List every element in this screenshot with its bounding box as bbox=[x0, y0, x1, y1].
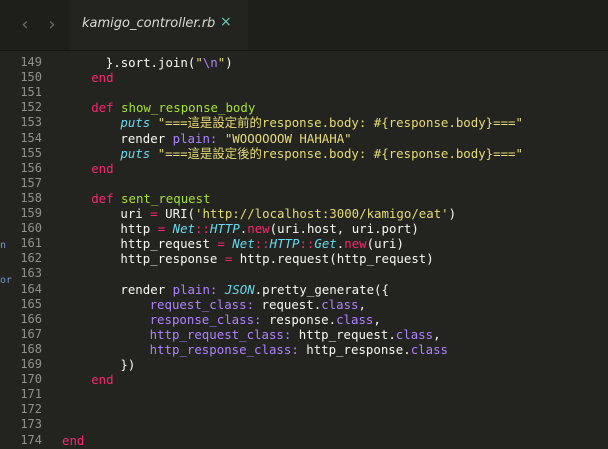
code-token: http bbox=[120, 221, 158, 237]
code-token: , bbox=[358, 296, 366, 312]
code-line[interactable]: def show_response_body bbox=[91, 100, 255, 115]
code-token: response_class: bbox=[149, 311, 269, 327]
code-token: , bbox=[373, 311, 381, 327]
code-token: "===這是設定後的response.body: #{response.body… bbox=[157, 145, 523, 161]
code-token: Net bbox=[232, 236, 255, 252]
code-token: = bbox=[157, 221, 173, 237]
code-token: class bbox=[336, 311, 374, 327]
code-token: = bbox=[150, 206, 166, 221]
code-token: " bbox=[195, 55, 203, 70]
code-token: request. bbox=[261, 296, 322, 312]
chevron-right-icon[interactable]: › bbox=[42, 13, 62, 35]
code-line[interactable]: }) bbox=[120, 357, 135, 372]
code-line[interactable]: }.sort.join("\n") bbox=[106, 55, 233, 70]
code-token: class bbox=[410, 341, 448, 357]
code-token: end bbox=[91, 160, 114, 176]
code-token: plain: bbox=[172, 130, 225, 146]
code-token: }) bbox=[120, 357, 136, 372]
code-token: http_response bbox=[120, 251, 225, 267]
code-line[interactable]: puts "===這是設定後的response.body: #{response… bbox=[120, 146, 523, 161]
code-token: end bbox=[62, 432, 85, 448]
code-token: class bbox=[395, 326, 434, 342]
code-token: plain: bbox=[172, 281, 225, 297]
code-token: def bbox=[91, 190, 122, 206]
code-token: ) bbox=[225, 55, 233, 70]
code-token: http_request. bbox=[298, 326, 396, 342]
code-token: response. bbox=[268, 311, 337, 327]
tab-bar: ‹ › kamigo_controller.rb × bbox=[0, 0, 608, 51]
code-token: :: bbox=[195, 221, 210, 237]
code-line[interactable]: end bbox=[62, 433, 84, 448]
code-token: = bbox=[224, 251, 240, 267]
code-token: JSON bbox=[224, 281, 255, 297]
code-token: end bbox=[91, 372, 114, 388]
code-token: render bbox=[120, 281, 173, 297]
code-line[interactable]: render plain: JSON.pretty_generate({ bbox=[120, 282, 389, 297]
code-token: http_response. bbox=[306, 341, 411, 357]
code-token: (uri.host, uri.port) bbox=[269, 221, 419, 237]
code-token: end bbox=[91, 70, 114, 86]
code-token: http_request bbox=[120, 236, 218, 252]
code-token: puts bbox=[120, 115, 158, 131]
code-line[interactable]: def sent_request bbox=[91, 191, 210, 206]
code-token: :: bbox=[299, 236, 315, 252]
code-token: = bbox=[217, 236, 233, 252]
code-line[interactable]: http_request_class: http_request.class, bbox=[150, 327, 441, 342]
code-token: HTTP bbox=[269, 236, 300, 252]
chevron-left-icon[interactable]: ‹ bbox=[15, 13, 35, 35]
code-token: new bbox=[344, 236, 367, 252]
code-token: URI( bbox=[165, 206, 195, 221]
code-token: show_response_body bbox=[121, 100, 256, 116]
code-token: http.request(http_request) bbox=[239, 251, 434, 267]
code-line[interactable]: request_class: request.class, bbox=[150, 297, 366, 312]
code-line[interactable]: end bbox=[91, 70, 113, 85]
code-token: ) bbox=[448, 206, 457, 221]
code-token: , bbox=[433, 326, 441, 342]
code-token: Net bbox=[172, 221, 196, 237]
code-line[interactable]: end bbox=[91, 161, 113, 176]
code-token: 'http://localhost:3000/kamigo/eat' bbox=[195, 206, 449, 221]
code-token: new bbox=[247, 221, 270, 237]
code-token: request_class: bbox=[149, 296, 262, 312]
code-line[interactable]: http_request = Net::HTTP::Get.new(uri) bbox=[120, 236, 404, 251]
code-token: "===這是設定前的response.body: #{response.body… bbox=[157, 115, 523, 131]
code-token: render bbox=[120, 130, 173, 146]
code-line[interactable]: render plain: "WOOOOOOW HAHAHA" bbox=[120, 131, 351, 146]
code-token: "WOOOOOOW HAHAHA" bbox=[224, 130, 352, 146]
tab-title: kamigo_controller.rb bbox=[82, 16, 216, 31]
code-line[interactable]: http_response = http.request(http_reques… bbox=[120, 251, 433, 266]
code-line[interactable]: http_response_class: http_response.class bbox=[150, 342, 448, 357]
code-token: sent_request bbox=[121, 190, 211, 206]
tab-kamigo-controller[interactable]: kamigo_controller.rb × bbox=[70, 0, 248, 50]
close-icon[interactable]: × bbox=[220, 14, 232, 30]
code-token: .pretty_generate({ bbox=[254, 281, 389, 297]
code-token: http_request_class: bbox=[149, 326, 299, 342]
code-token: :: bbox=[254, 236, 270, 252]
code-token: puts bbox=[120, 145, 158, 161]
code-line[interactable]: response_class: response.class, bbox=[150, 312, 381, 327]
code-token: def bbox=[91, 100, 122, 116]
code-token: HTTP bbox=[209, 221, 240, 237]
code-line[interactable]: http = Net::HTTP.new(uri.host, uri.port) bbox=[120, 221, 418, 236]
code-token: uri bbox=[120, 206, 151, 221]
code-token: (uri) bbox=[366, 236, 404, 252]
code-line[interactable]: puts "===這是設定前的response.body: #{response… bbox=[120, 115, 523, 130]
code-token: class bbox=[321, 296, 359, 312]
code-token: Get bbox=[314, 236, 337, 252]
code-editor[interactable]: }.sort.join("\n") end def show_response_bo… bbox=[0, 50, 608, 449]
code-token: }.sort.join( bbox=[105, 55, 196, 70]
code-token: \n bbox=[202, 55, 218, 70]
code-token: http_response_class: bbox=[149, 341, 307, 357]
code-line[interactable]: end bbox=[91, 372, 113, 387]
code-line[interactable]: uri = URI('http://localhost:3000/kamigo/… bbox=[120, 206, 456, 221]
